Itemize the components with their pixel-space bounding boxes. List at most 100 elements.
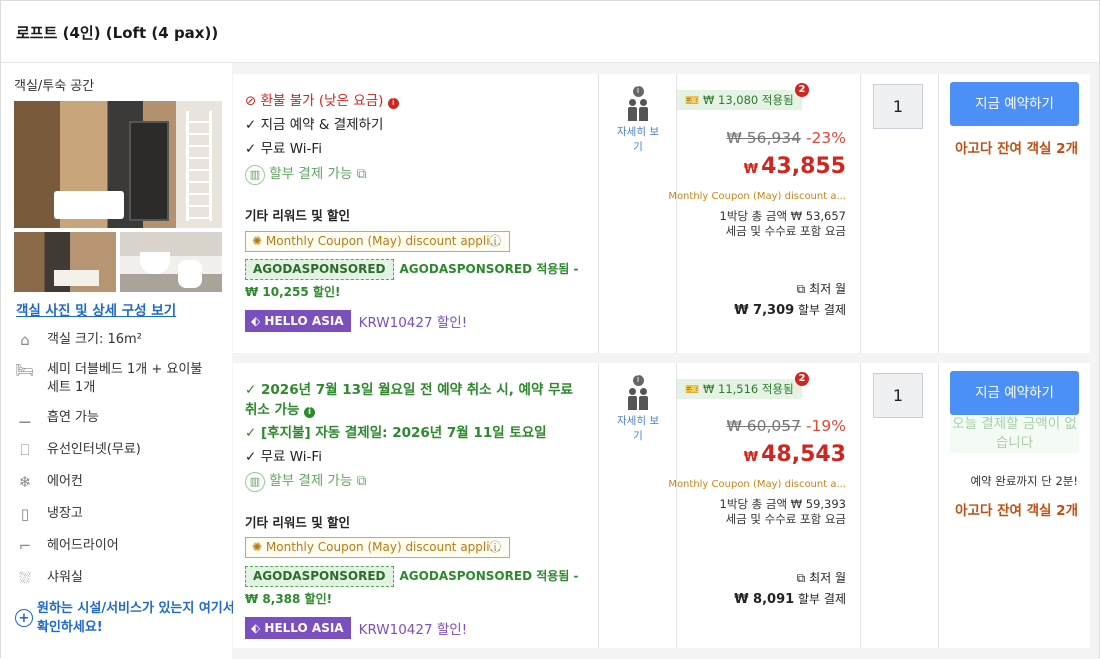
ticket-icon: 🎫 [685, 382, 700, 396]
benefit-nonrefundable: ⊘ 환불 불가 (낮은 요금) i [245, 91, 399, 111]
sponsored-tag: AGODASPONSORED [245, 566, 394, 587]
installment-icon: ▥ [245, 472, 265, 492]
room-quantity-select[interactable]: 1 [873, 84, 923, 129]
smoking-icon: ⚊ [18, 409, 32, 427]
external-link-icon: ⧉ [356, 166, 367, 182]
benefit-wifi: ✓ 무료 Wi-Fi [245, 449, 322, 465]
room-details-link[interactable]: 객실 사진 및 상세 구성 보기 [16, 299, 176, 319]
monthly-coupon-note: Monthly Coupon (May) discount a... [668, 191, 846, 202]
house-icon: ⌂ [20, 331, 30, 349]
sponsored-discount: AGODASPONSORED AGODASPONSORED 적용됨 - ₩ 8,3… [245, 565, 590, 611]
offer-row-1: ⊘ 환불 불가 (낮은 요금) i ✓ 지금 예약 & 결제하기 ✓ 무료 Wi… [233, 74, 1090, 353]
coupon-chip[interactable]: ✺ Monthly Coupon (May) discount appli...… [245, 231, 510, 252]
external-link-icon: ⧉ [796, 282, 806, 296]
booking-deadline: 예약 완료까지 단 2분! [970, 474, 1078, 488]
room-header: 로프트 (4인) (Loft (4 pax)) [1, 1, 1099, 63]
booking-col: 지금 예약하기 오늘 결제할 금액이 없습니다 예약 완료까지 단 2분! 아고… [939, 363, 1090, 648]
total-per-night: 1박당 총 금액 ₩ 59,393 세금 및 수수료 포함 요금 [719, 497, 846, 526]
benefit-pay-now: ✓ 지금 예약 & 결제하기 [245, 117, 384, 133]
price-col: 🎫 ₩ 11,516 적용됨 2 ₩ 60,057 -19% ₩48,543 M… [668, 363, 861, 648]
ticket-icon: 🎫 [685, 93, 700, 107]
min-monthly-label: ⧉ 최저 월 [796, 282, 846, 296]
occupancy-info[interactable]: i 자세히 보기 [599, 86, 677, 155]
coupon-icon: ✺ [252, 234, 263, 248]
occupancy-col: i 자세히 보기 [599, 74, 677, 353]
hello-asia-promo: ⬖ HELLO ASIA KRW10427 할인! [245, 310, 467, 332]
feature-fridge: ▯ 냉장고 [15, 505, 83, 523]
tag-icon: ⬖ [251, 621, 261, 635]
coupon-chip[interactable]: ✺ Monthly Coupon (May) discount appli...… [245, 537, 510, 558]
no-payment-today: 오늘 결제할 금액이 없습니다 [950, 415, 1079, 453]
external-link-icon: ⧉ [796, 571, 806, 585]
final-price: ₩48,543 [743, 442, 846, 467]
promo-tag: ⬖ HELLO ASIA [245, 310, 351, 332]
people-icon [599, 388, 677, 410]
coupon-icon: ✺ [252, 540, 263, 554]
occupancy-info[interactable]: i 자세히 보기 [599, 375, 677, 444]
benefit-free-cancel: ✓ 2026년 7월 13일 월요일 전 예약 취소 시, 예약 무료 취소 가… [245, 382, 573, 418]
ethernet-icon: ⎕ [20, 441, 30, 459]
bed-icon: 🛏 [15, 361, 35, 379]
feature-smoking: ⚊ 흡연 가능 [15, 409, 99, 427]
benefit-installment[interactable]: ▥ 할부 결제 가능 ⧉ [245, 164, 366, 185]
promo-tag: ⬖ HELLO ASIA [245, 617, 351, 639]
amenities-link[interactable]: + 원하는 시설/서비스가 있는지 여기서 확인하세요! [15, 599, 237, 637]
info-icon[interactable]: ⓘ [489, 538, 501, 557]
info-icon[interactable]: i [387, 98, 399, 109]
info-icon: i [632, 375, 644, 386]
total-per-night: 1박당 총 금액 ₩ 53,657 세금 및 수수료 포함 요금 [719, 209, 846, 238]
room-photo-thumb-1[interactable] [14, 232, 116, 292]
plus-circle-icon: + [15, 609, 33, 627]
people-icon [599, 99, 677, 121]
benefit-installment[interactable]: ▥ 할부 결제 가능 ⧉ [245, 471, 366, 492]
rooms-left: 아고다 잔여 객실 2개 [955, 503, 1078, 519]
room-photo-main[interactable] [14, 101, 222, 228]
feature-internet: ⎕ 유선인터넷(무료) [15, 441, 140, 459]
benefit-wifi: ✓ 무료 Wi-Fi [245, 141, 322, 157]
room-title: 로프트 (4인) (Loft (4 pax)) [16, 24, 219, 42]
room-quantity-select[interactable]: 1 [873, 373, 923, 418]
sponsored-discount: AGODASPONSORED AGODASPONSORED 적용됨 - ₩ 10,… [245, 258, 590, 304]
feature-bed: 🛏 세미 더블베드 1개 + 요이불 세트 1개 [15, 361, 203, 395]
booking-col: 지금 예약하기 아고다 잔여 객실 2개 [939, 74, 1090, 353]
sponsored-tag: AGODASPONSORED [245, 259, 394, 280]
quantity-col: 1 [861, 74, 939, 353]
rooms-left: 아고다 잔여 객실 2개 [955, 141, 1078, 157]
quantity-col: 1 [861, 363, 939, 648]
discount-count-badge: 2 [795, 83, 809, 97]
price-col: 🎫 ₩ 13,080 적용됨 2 ₩ 56,934 -23% ₩43,855 M… [668, 74, 861, 353]
info-icon[interactable]: i [304, 407, 316, 418]
occupancy-col: i 자세히 보기 [599, 363, 677, 648]
offer-benefits: ⊘ 환불 불가 (낮은 요금) i ✓ 지금 예약 & 결제하기 ✓ 무료 Wi… [233, 74, 599, 353]
book-now-button[interactable]: 지금 예약하기 [950, 371, 1079, 415]
installment-price: ₩ 7,309 할부 결제 [734, 303, 846, 318]
hairdryer-icon: ⌐ [18, 537, 32, 555]
original-price: ₩ 56,934 -23% [726, 129, 846, 147]
discount-count-badge: 2 [795, 372, 809, 386]
other-rewards-title: 기타 리워드 및 할인 [245, 208, 351, 223]
sidebar-title: 객실/투숙 공간 [14, 79, 95, 94]
applied-discount-chip: 🎫 ₩ 13,080 적용됨 [677, 90, 802, 110]
book-now-button[interactable]: 지금 예약하기 [950, 82, 1079, 126]
monthly-coupon-note: Monthly Coupon (May) discount a... [668, 479, 846, 490]
feature-shower: ⛆ 샤워실 [15, 569, 83, 587]
tag-icon: ⬖ [251, 314, 261, 328]
installment-icon: ▥ [245, 165, 265, 185]
benefit-pay-later: ✓ [후지불] 자동 결제일: 2026년 7월 11일 토요일 [245, 425, 547, 441]
info-icon[interactable]: ⓘ [489, 232, 501, 251]
room-photo-thumb-2[interactable] [120, 232, 222, 292]
fridge-icon: ▯ [20, 505, 30, 523]
snowflake-icon: ❄ [18, 473, 32, 491]
shower-icon: ⛆ [18, 569, 31, 587]
other-rewards-title: 기타 리워드 및 할인 [245, 515, 351, 530]
feature-hairdryer: ⌐ 헤어드라이어 [15, 537, 119, 555]
room-card: 로프트 (4인) (Loft (4 pax)) 객실/투숙 공간 객실 사진 및… [0, 0, 1100, 659]
offer-row-2: ✓ 2026년 7월 13일 월요일 전 예약 취소 시, 예약 무료 취소 가… [233, 363, 1090, 648]
details-link[interactable]: 자세히 보기 [613, 125, 663, 155]
offer-benefits: ✓ 2026년 7월 13일 월요일 전 예약 취소 시, 예약 무료 취소 가… [233, 363, 599, 648]
room-sidebar: 객실/투숙 공간 객실 사진 및 상세 구성 보기 ⌂ 객실 크기: 16m² 🛏… [1, 63, 235, 659]
details-link[interactable]: 자세히 보기 [613, 414, 663, 444]
hello-asia-promo: ⬖ HELLO ASIA KRW10427 할인! [245, 617, 467, 639]
applied-discount-chip: 🎫 ₩ 11,516 적용됨 [677, 379, 802, 399]
info-icon: i [632, 86, 644, 97]
